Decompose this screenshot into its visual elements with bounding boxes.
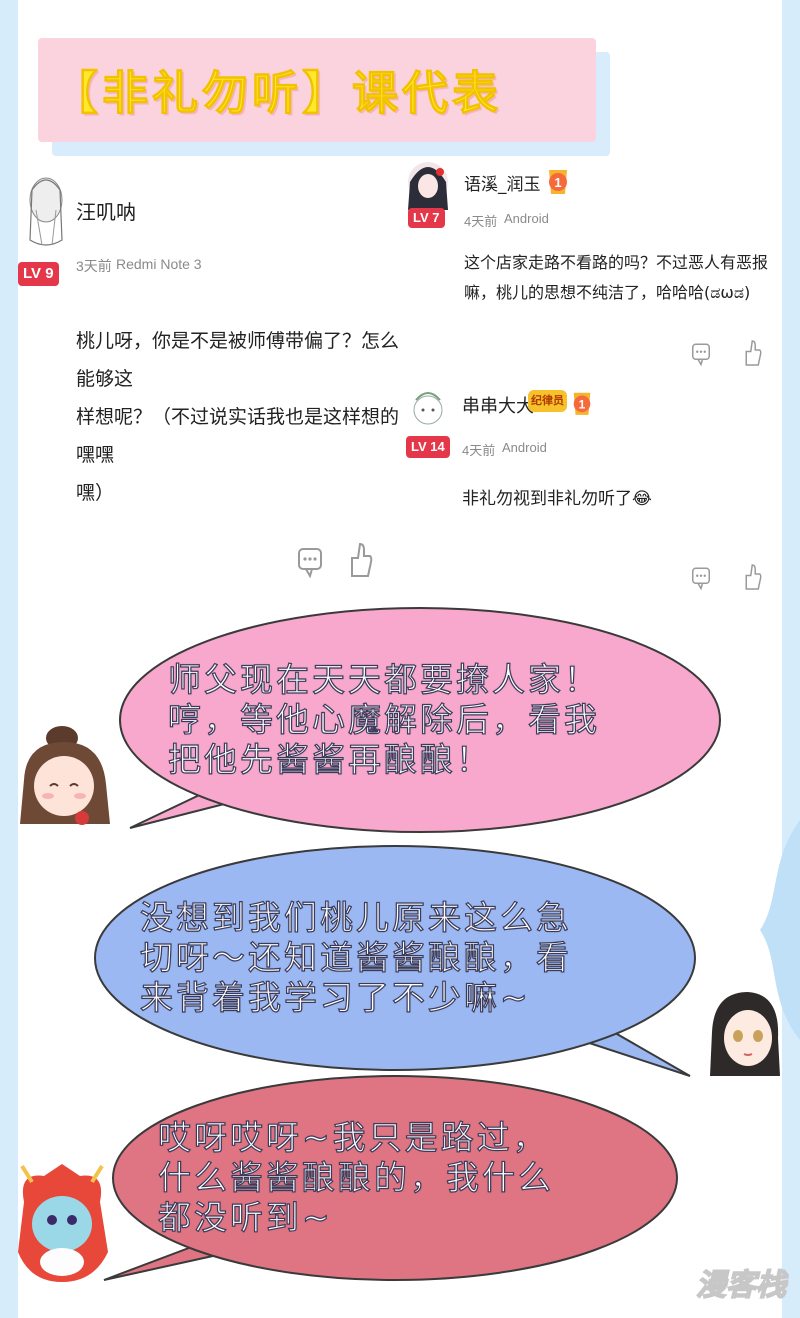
master-character bbox=[710, 992, 780, 1076]
peach-girl-character bbox=[20, 726, 110, 825]
site-watermark: 漫客栈 bbox=[695, 1267, 787, 1304]
bubble-line: 师父现在天天都要撩人家！ bbox=[167, 659, 600, 699]
bubble-line: 都没听到~ bbox=[157, 1197, 333, 1237]
speech-bubble-text-2: 没想到我们桃儿原来这么急 切呀～还知道酱酱酿酿，看 来背着我学习了不少嘛~ bbox=[139, 897, 572, 1018]
dragon-mascot-character bbox=[18, 1164, 108, 1282]
bubble-line: 把他先酱酱再酿酿！ bbox=[167, 739, 492, 779]
bubble-line: 切呀～还知道酱酱酿酿，看 bbox=[139, 937, 572, 977]
speech-bubble-text-3: 哎呀哎呀~我只是路过， 什么酱酱酿酿的，我什么 都没听到~ bbox=[157, 1117, 554, 1238]
bubble-line: 哼，等他心魔解除后，看我 bbox=[167, 699, 600, 739]
bubble-line: 来背着我学习了不少嘛~ bbox=[139, 977, 531, 1017]
speech-bubble-text-1: 师父现在天天都要撩人家！ 哼，等他心魔解除后，看我 把他先酱酱再酿酿！ bbox=[167, 659, 600, 780]
bubble-line: 没想到我们桃儿原来这么急 bbox=[139, 897, 572, 937]
bubble-line: 哎呀哎呀~我只是路过， bbox=[157, 1117, 549, 1157]
bubble-line: 什么酱酱酿酿的，我什么 bbox=[157, 1157, 554, 1197]
